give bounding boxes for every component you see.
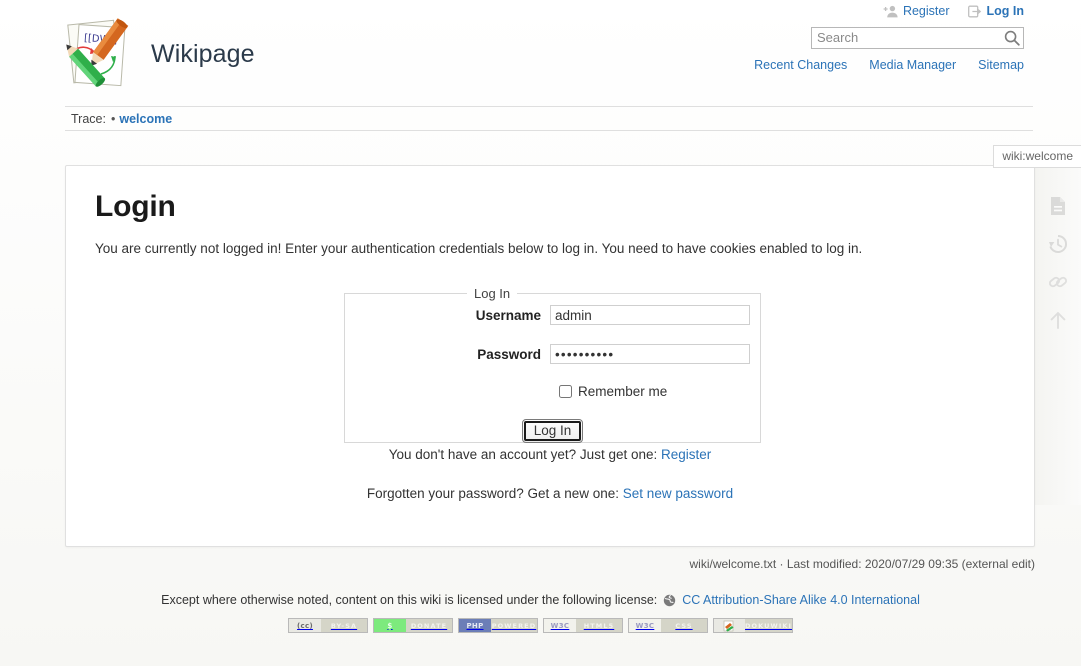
dokuwiki-logo-icon: [[DW]] <box>57 14 141 94</box>
username-input[interactable] <box>550 305 750 325</box>
back-to-top-icon[interactable] <box>1047 309 1069 331</box>
media-manager-link[interactable]: Media Manager <box>869 58 956 72</box>
login-icon <box>968 5 982 18</box>
footer-badges: (cc) BY-SA $ DONATE PHP POWERED W3C HTML… <box>0 618 1081 633</box>
set-new-password-link[interactable]: Set new password <box>623 486 733 501</box>
search-button[interactable] <box>1003 29 1021 47</box>
breadcrumb-prefix: Trace: <box>71 112 106 126</box>
login-link[interactable]: Log In <box>987 4 1025 18</box>
license-link[interactable]: CC Attribution-Share Alike 4.0 Internati… <box>682 593 920 607</box>
license-notice: Except where otherwise noted, content on… <box>0 593 1081 607</box>
page-content: Login You are currently not logged in! E… <box>65 165 1035 547</box>
search-icon <box>1004 30 1020 46</box>
site-header: Register Log In <box>0 0 1081 131</box>
login-form: Log In Username Password Remember me Log… <box>344 286 761 443</box>
badge-donate-right: DONATE <box>406 619 452 632</box>
page-tools-rail <box>1035 165 1081 505</box>
user-tool-register[interactable]: Register <box>883 4 950 18</box>
site-title[interactable]: Wikipage <box>151 40 255 69</box>
badge-cc-by-sa[interactable]: (cc) BY-SA <box>288 618 368 633</box>
show-page-icon[interactable] <box>1047 195 1069 217</box>
remember-me-checkbox[interactable] <box>559 385 572 398</box>
license-prefix-text: Except where otherwise noted, content on… <box>161 593 657 607</box>
remember-me-row: Remember me <box>345 384 760 399</box>
dokuwiki-login-page: Register Log In <box>0 0 1081 666</box>
breadcrumb-bullet: • <box>111 112 115 126</box>
search-input[interactable] <box>811 27 1024 49</box>
badge-dokuwiki-right: DOKUWIKI <box>745 619 792 632</box>
recent-changes-link[interactable]: Recent Changes <box>754 58 847 72</box>
badge-donate[interactable]: $ DONATE <box>373 618 453 633</box>
globe-icon <box>663 594 676 607</box>
badge-w3c-html5[interactable]: W3C HTML5 <box>543 618 623 633</box>
username-row: Username <box>345 305 760 325</box>
page-title: Login <box>66 166 1034 224</box>
login-submit-button[interactable]: Log In <box>522 419 584 443</box>
badge-php-left: PHP <box>459 619 491 632</box>
breadcrumb: Trace: • welcome <box>65 106 1033 131</box>
breadcrumb-current[interactable]: welcome <box>119 112 172 126</box>
submit-row: Log In <box>345 419 760 443</box>
user-tools: Register Log In <box>883 4 1024 18</box>
password-input[interactable] <box>550 344 750 364</box>
login-intro-text: You are currently not logged in! Enter y… <box>66 224 1034 256</box>
user-add-icon <box>883 5 898 18</box>
badge-css-left: W3C <box>629 619 661 632</box>
site-logo-block[interactable]: [[DW]] <box>57 14 255 94</box>
page-id-tab: wiki:welcome <box>993 145 1081 168</box>
backlinks-icon[interactable] <box>1047 271 1069 293</box>
reset-prompt-text: Forgotten your password? Get a new one: <box>367 486 619 501</box>
badge-dokuwiki[interactable]: DOKUWIKI <box>713 618 793 633</box>
sitemap-link[interactable]: Sitemap <box>978 58 1024 72</box>
site-tools: Recent Changes Media Manager Sitemap <box>754 58 1024 72</box>
badge-donate-left: $ <box>374 619 406 632</box>
password-reset-prompt: Forgotten your password? Get a new one: … <box>66 486 1034 501</box>
badge-php-right: POWERED <box>491 619 537 632</box>
page-last-modified: wiki/welcome.txt · Last modified: 2020/0… <box>689 557 1035 571</box>
register-cta-link[interactable]: Register <box>661 447 711 462</box>
badge-php[interactable]: PHP POWERED <box>458 618 538 633</box>
old-revisions-icon[interactable] <box>1047 233 1069 255</box>
register-prompt-text: You don't have an account yet? Just get … <box>389 447 658 462</box>
search-form <box>811 27 1024 49</box>
login-form-legend: Log In <box>467 286 517 301</box>
badge-html5-left: W3C <box>544 619 576 632</box>
password-row: Password <box>345 344 760 364</box>
username-label: Username <box>345 308 550 323</box>
badge-html5-right: HTML5 <box>576 619 622 632</box>
badge-dokuwiki-icon <box>714 619 745 632</box>
badge-css-right: CSS <box>661 619 707 632</box>
password-label: Password <box>345 347 550 362</box>
register-prompt: You don't have an account yet? Just get … <box>66 447 1034 462</box>
badge-cc-right: BY-SA <box>321 619 367 632</box>
badge-cc-left: (cc) <box>289 619 321 632</box>
badge-w3c-css[interactable]: W3C CSS <box>628 618 708 633</box>
user-tool-login[interactable]: Log In <box>968 4 1025 18</box>
remember-me-label[interactable]: Remember me <box>578 384 667 399</box>
register-link[interactable]: Register <box>903 4 950 18</box>
